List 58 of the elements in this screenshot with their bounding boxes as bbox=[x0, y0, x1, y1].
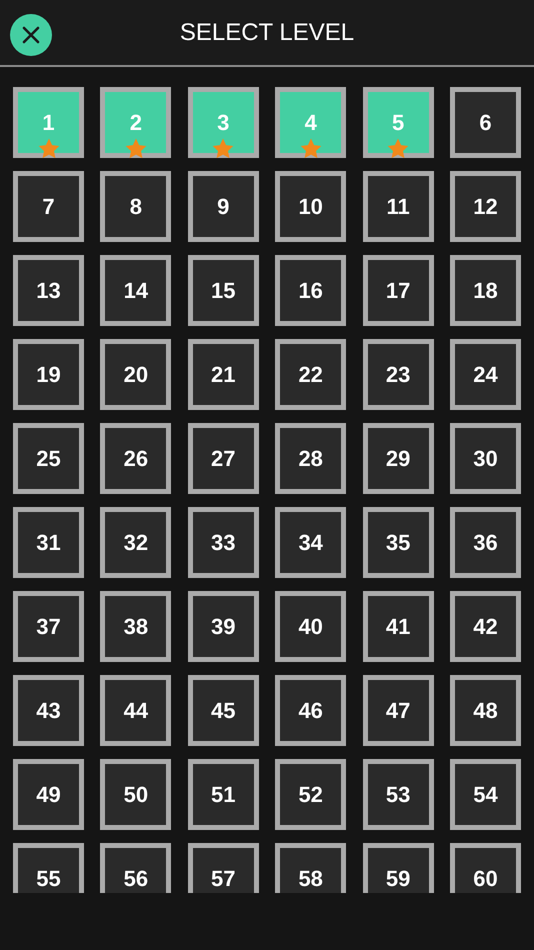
level-tile[interactable]: 10 bbox=[275, 171, 346, 242]
level-tile[interactable]: 13 bbox=[13, 255, 84, 326]
level-tile[interactable]: 38 bbox=[100, 591, 172, 662]
level-tile[interactable]: 12 bbox=[450, 171, 521, 242]
level-tile[interactable]: 11 bbox=[362, 171, 434, 242]
level-tile[interactable]: 7 bbox=[13, 171, 84, 242]
level-tile[interactable]: 9 bbox=[188, 171, 259, 242]
level-tile[interactable]: 49 bbox=[13, 759, 84, 830]
level-tile[interactable]: 37 bbox=[13, 591, 84, 662]
level-tile[interactable]: 55 bbox=[13, 843, 84, 893]
level-tile[interactable]: 19 bbox=[13, 339, 84, 410]
level-tile[interactable]: 16 bbox=[275, 255, 346, 326]
level-tile[interactable]: 35 bbox=[362, 507, 434, 578]
level-tile[interactable]: 33 bbox=[188, 507, 259, 578]
level-tile[interactable]: 51 bbox=[188, 759, 259, 830]
level-tile[interactable]: 40 bbox=[275, 591, 346, 662]
level-tile[interactable]: 47 bbox=[362, 675, 434, 746]
level-tile[interactable]: 30 bbox=[450, 423, 521, 494]
level-tile[interactable]: 15 bbox=[188, 255, 259, 326]
close-icon bbox=[21, 25, 41, 45]
level-tile[interactable]: 24 bbox=[450, 339, 521, 410]
level-tile[interactable]: 6 bbox=[450, 87, 521, 158]
level-tile[interactable]: 17 bbox=[362, 255, 434, 326]
level-tile[interactable]: 29 bbox=[362, 423, 434, 494]
level-tile[interactable]: 48 bbox=[450, 675, 521, 746]
level-tile[interactable]: 34 bbox=[275, 507, 346, 578]
level-tile[interactable]: 54 bbox=[450, 759, 521, 830]
level-tile[interactable]: 8 bbox=[100, 171, 172, 242]
level-tile[interactable]: 21 bbox=[188, 339, 259, 410]
level-tile[interactable]: 27 bbox=[188, 423, 259, 494]
level-tile[interactable]: 57 bbox=[188, 843, 259, 893]
level-tile[interactable]: 22 bbox=[275, 339, 346, 410]
level-tile[interactable]: 52 bbox=[275, 759, 346, 830]
level-tile[interactable]: 25 bbox=[13, 423, 84, 494]
level-tile[interactable]: 26 bbox=[100, 423, 172, 494]
level-tile[interactable]: 60 bbox=[450, 843, 521, 893]
level-tile[interactable]: 42 bbox=[450, 591, 521, 662]
level-tile[interactable]: 56 bbox=[100, 843, 172, 893]
close-button[interactable] bbox=[10, 14, 52, 56]
level-tile[interactable]: 59 bbox=[362, 843, 434, 893]
level-tile[interactable]: 18 bbox=[450, 255, 521, 326]
level-tile[interactable]: 32 bbox=[100, 507, 172, 578]
level-tile[interactable]: 41 bbox=[362, 591, 434, 662]
level-tile[interactable]: 45 bbox=[188, 675, 259, 746]
level-tile[interactable]: 14 bbox=[100, 255, 172, 326]
level-tile[interactable]: 23 bbox=[362, 339, 434, 410]
level-tile[interactable]: 46 bbox=[275, 675, 346, 746]
level-tile[interactable]: 50 bbox=[100, 759, 172, 830]
level-tile[interactable]: 31 bbox=[13, 507, 84, 578]
level-tile[interactable]: 53 bbox=[362, 759, 434, 830]
level-tile[interactable]: 43 bbox=[13, 675, 84, 746]
level-tile[interactable]: 39 bbox=[188, 591, 259, 662]
level-tile[interactable]: 28 bbox=[275, 423, 346, 494]
level-tile[interactable]: 58 bbox=[275, 843, 346, 893]
level-tile[interactable]: 36 bbox=[450, 507, 521, 578]
level-tile[interactable]: 44 bbox=[100, 675, 172, 746]
screen-title: SELECT LEVEL bbox=[180, 20, 354, 44]
level-tile[interactable]: 20 bbox=[100, 339, 172, 410]
